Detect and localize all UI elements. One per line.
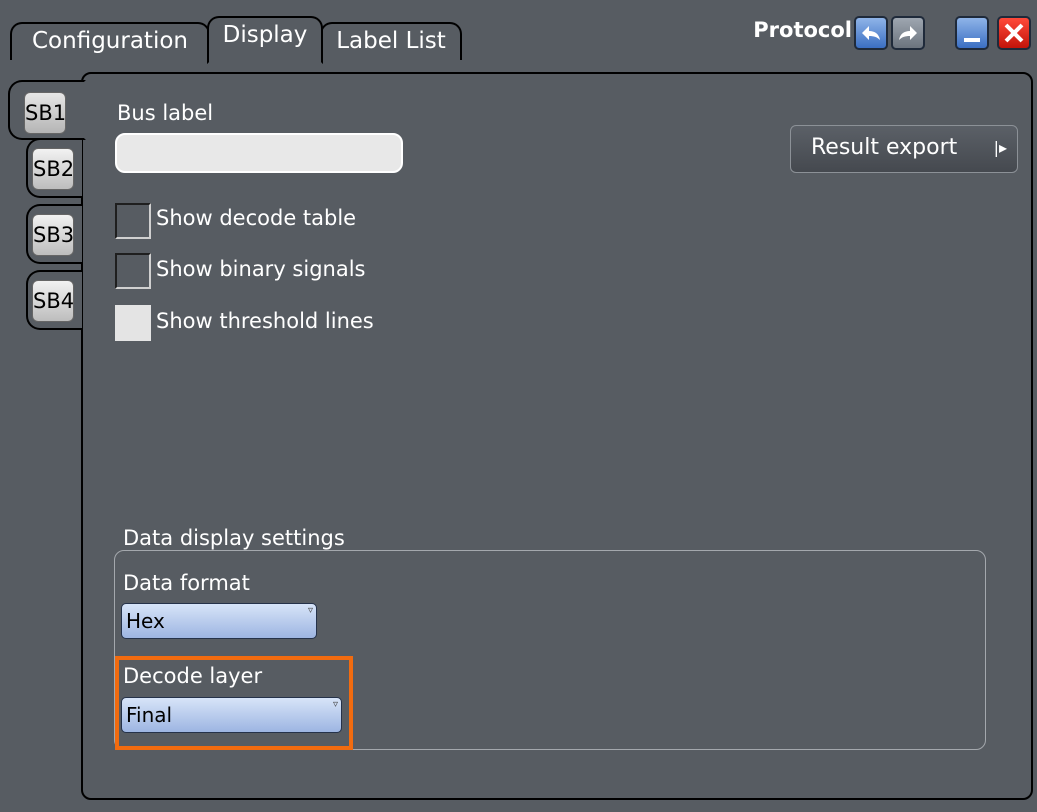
- redo-icon: [899, 26, 917, 40]
- result-export-button[interactable]: Result export |▸: [790, 125, 1018, 173]
- side-tab-sb1-label: SB1: [24, 92, 66, 134]
- side-tab-sb4-label: SB4: [32, 280, 74, 322]
- side-tab-sb2-label: SB2: [32, 148, 74, 190]
- side-tab-sb4[interactable]: SB4: [26, 270, 82, 330]
- data-format-value: Hex: [126, 609, 165, 633]
- dropdown-arrow-icon: ▿: [307, 605, 313, 616]
- show-binary-signals-label[interactable]: Show binary signals: [156, 257, 365, 281]
- decode-layer-dropdown[interactable]: Final ▿: [121, 697, 342, 733]
- minimize-button[interactable]: [955, 16, 989, 50]
- tab-label-list[interactable]: Label List: [320, 22, 462, 60]
- side-tab-sb1[interactable]: SB1: [8, 80, 86, 140]
- redo-button[interactable]: [891, 16, 925, 50]
- data-display-settings-title: Data display settings: [123, 526, 345, 550]
- show-decode-table-checkbox[interactable]: [115, 203, 151, 239]
- decode-layer-value: Final: [126, 703, 173, 727]
- dropdown-arrow-icon: ▿: [332, 699, 338, 710]
- submenu-arrow-icon: |▸: [993, 138, 1007, 157]
- side-tab-sb3-label: SB3: [32, 214, 74, 256]
- undo-icon: [862, 26, 880, 40]
- close-icon: [1004, 23, 1024, 43]
- undo-button[interactable]: [854, 16, 888, 50]
- tab-display[interactable]: Display: [207, 16, 323, 64]
- show-threshold-lines-label[interactable]: Show threshold lines: [156, 309, 374, 333]
- tab-configuration[interactable]: Configuration: [10, 22, 210, 60]
- show-threshold-lines-checkbox[interactable]: [115, 305, 151, 341]
- result-export-label: Result export: [811, 135, 958, 160]
- data-format-label: Data format: [123, 571, 250, 595]
- side-tab-sb3[interactable]: SB3: [26, 204, 82, 264]
- show-decode-table-label[interactable]: Show decode table: [156, 206, 356, 230]
- decode-layer-label: Decode layer: [123, 664, 263, 688]
- bus-label-input[interactable]: [115, 133, 403, 173]
- window-title: Protocol: [753, 18, 852, 42]
- show-binary-signals-checkbox[interactable]: [115, 253, 151, 289]
- top-tab-bar: Configuration Label List Display Protoco…: [0, 0, 1037, 64]
- side-tab-sb2[interactable]: SB2: [26, 138, 82, 198]
- bus-label-title: Bus label: [117, 101, 214, 125]
- data-format-dropdown[interactable]: Hex ▿: [121, 603, 317, 639]
- minimize-icon: [964, 38, 980, 42]
- close-button[interactable]: [997, 16, 1031, 50]
